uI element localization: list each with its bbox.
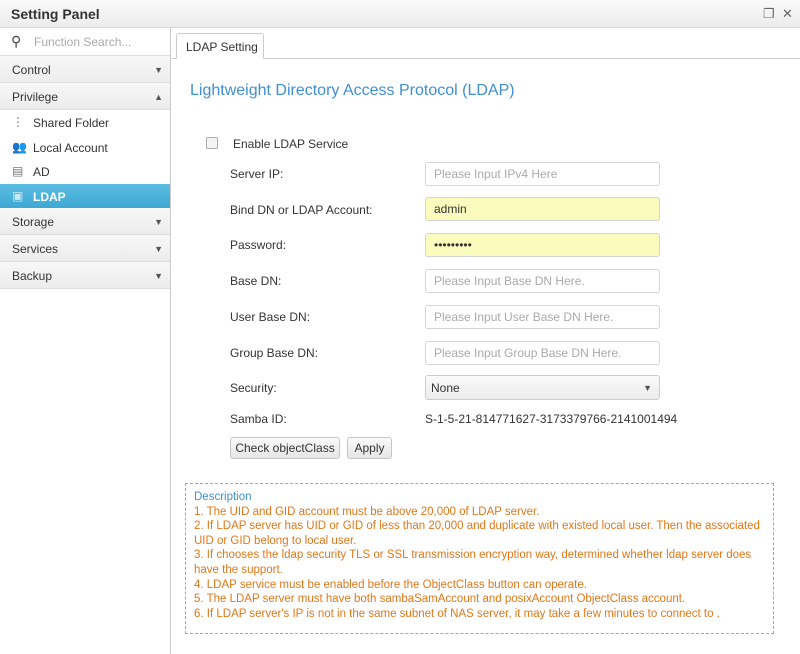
- bind-dn-input[interactable]: [425, 197, 660, 221]
- title-bar: Setting Panel ❐ ✕: [0, 0, 800, 28]
- window-title: Setting Panel: [11, 6, 100, 22]
- users-icon: 👥: [12, 139, 27, 154]
- sidebar-item-local-account[interactable]: 👥 Local Account: [0, 135, 170, 160]
- id-card-icon: ▤: [12, 164, 24, 178]
- sidebar-group-backup[interactable]: Backup ▼: [0, 262, 170, 289]
- function-search: ⚲: [0, 28, 170, 56]
- enable-ldap-checkbox[interactable]: [206, 137, 218, 149]
- description-title: Description: [194, 491, 252, 503]
- sidebar-item-ldap[interactable]: ▣ LDAP: [0, 183, 170, 208]
- chevron-down-icon: ▼: [643, 383, 652, 393]
- description-line: 4. LDAP service must be enabled before t…: [194, 578, 587, 591]
- search-icon: ⚲: [11, 33, 22, 49]
- server-ip-input[interactable]: [425, 162, 660, 186]
- check-objectclass-button[interactable]: Check objectClass: [230, 437, 340, 459]
- sidebar: ⚲ Control ▼ Privilege ▲ ⋮ Shared Folder 👥 Lo…: [0, 28, 171, 654]
- security-label: Security:: [230, 381, 277, 395]
- group-base-dn-input[interactable]: [425, 341, 660, 365]
- address-book-icon: ▣: [12, 188, 24, 203]
- base-dn-input[interactable]: [425, 269, 660, 293]
- sidebar-group-storage[interactable]: Storage ▼: [0, 208, 170, 235]
- tab-ldap-setting[interactable]: LDAP Setting: [176, 33, 264, 59]
- chevron-up-icon: ▲: [154, 92, 163, 102]
- function-search-input[interactable]: [34, 32, 164, 52]
- restore-icon[interactable]: ❐: [763, 6, 775, 22]
- group-label: Privilege: [12, 90, 59, 104]
- description-line: 3. If chooses the ldap security TLS or S…: [194, 549, 752, 576]
- chevron-down-icon: ▼: [154, 217, 163, 227]
- description-line: 2. If LDAP server has UID or GID of less…: [194, 520, 760, 547]
- sidebar-item-label: LDAP: [33, 189, 66, 204]
- password-label: Password:: [230, 238, 287, 252]
- close-icon[interactable]: ✕: [782, 6, 793, 22]
- sidebar-group-services[interactable]: Services ▼: [0, 235, 170, 262]
- security-value: None: [431, 381, 460, 395]
- password-input[interactable]: [425, 233, 660, 257]
- chevron-down-icon: ▼: [154, 271, 163, 281]
- chevron-down-icon: ▼: [154, 65, 163, 75]
- apply-button[interactable]: Apply: [347, 437, 392, 459]
- bind-dn-label: Bind DN or LDAP Account:: [230, 203, 373, 217]
- base-dn-label: Base DN:: [230, 274, 282, 288]
- sidebar-item-label: AD: [33, 165, 50, 179]
- description-line: 6. If LDAP server's IP is not in the sam…: [194, 607, 720, 620]
- chevron-down-icon: ▼: [154, 244, 163, 254]
- user-base-dn-label: User Base DN:: [230, 310, 311, 324]
- samba-id-label: Samba ID:: [230, 412, 287, 426]
- enable-ldap-label: Enable LDAP Service: [233, 137, 349, 151]
- group-label: Services: [12, 242, 59, 256]
- description-box: Description 1. The UID and GID account m…: [185, 483, 774, 634]
- sidebar-item-label: Local Account: [33, 140, 108, 155]
- sidebar-item-label: Shared Folder: [33, 116, 110, 130]
- page-title: Lightweight Directory Access Protocol (L…: [190, 82, 515, 99]
- description-line: 1. The UID and GID account must be above…: [194, 505, 540, 518]
- group-label: Backup: [12, 269, 53, 283]
- tab-divider: [172, 58, 800, 59]
- user-base-dn-input[interactable]: [425, 305, 660, 329]
- group-base-dn-label: Group Base DN:: [230, 346, 319, 360]
- folder-tree-icon: ⋮: [12, 115, 24, 129]
- samba-id-value: S-1-5-21-814771627-3173379766-2141001494: [425, 412, 678, 426]
- sidebar-item-shared-folder[interactable]: ⋮ Shared Folder: [0, 110, 170, 135]
- sidebar-item-ad[interactable]: ▤ AD: [0, 159, 170, 184]
- server-ip-label: Server IP:: [230, 167, 284, 181]
- group-label: Storage: [12, 215, 55, 229]
- group-label: Control: [12, 63, 51, 77]
- description-line: 5. The LDAP server must have both sambaS…: [194, 593, 686, 606]
- security-select[interactable]: None ▼: [425, 375, 660, 400]
- sidebar-group-privilege[interactable]: Privilege ▲: [0, 83, 170, 110]
- sidebar-group-control[interactable]: Control ▼: [0, 56, 170, 83]
